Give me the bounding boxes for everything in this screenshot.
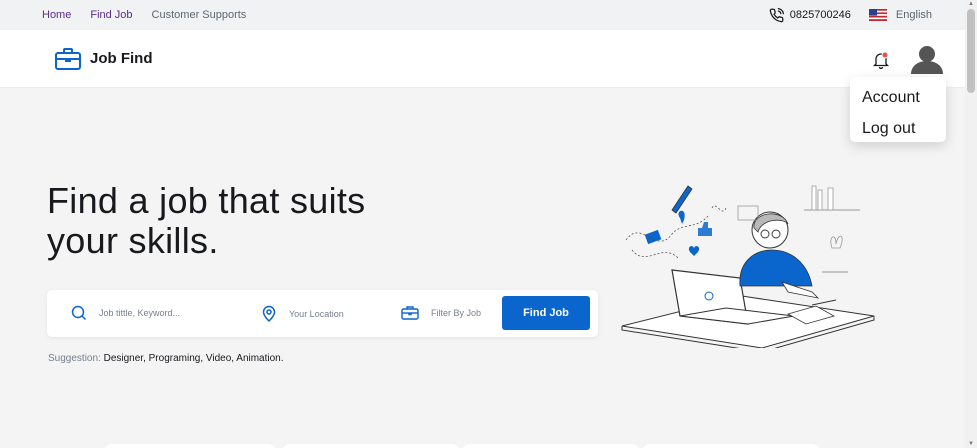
briefcase-icon (401, 306, 419, 320)
nav-find-job[interactable]: Find Job (90, 9, 132, 21)
scroll-up-arrow-icon[interactable]: ▲ (967, 0, 975, 8)
find-job-button[interactable]: Find Job (502, 296, 590, 330)
top-bar: Home Find Job Customer Supports 08257002… (0, 0, 965, 30)
hero-title-line2: your skills. (47, 220, 219, 261)
menu-item-account[interactable]: Account (862, 82, 946, 113)
pencil-icon (671, 185, 693, 214)
heart-icon (688, 246, 700, 256)
thumbs-up-icon (698, 222, 712, 236)
job-card[interactable] (642, 444, 820, 448)
filter-field[interactable]: Filter By Job (401, 305, 481, 320)
brand-logo[interactable]: Job Find (54, 47, 153, 71)
nav-home[interactable]: Home (42, 9, 71, 21)
briefcase-icon (55, 47, 81, 70)
job-card[interactable] (104, 444, 276, 448)
hero-illustration (621, 185, 875, 348)
person-body (739, 249, 813, 287)
top-nav: Home Find Job Customer Supports (42, 9, 246, 21)
location-doodle-icon (678, 210, 685, 224)
job-cards-strip (0, 440, 965, 448)
scrollbar-thumb[interactable] (967, 9, 975, 93)
language-label: English (895, 9, 932, 21)
book-1 (811, 185, 817, 211)
user-avatar-icon[interactable] (910, 42, 944, 76)
keyword-placeholder: Job tittle, Keyword... (99, 308, 181, 318)
phone-number: 0825700246 (789, 9, 851, 21)
frame (737, 205, 759, 221)
job-card[interactable] (462, 444, 640, 448)
hero-title-line1: Find a job that suits (47, 180, 366, 221)
us-flag-icon (868, 9, 887, 21)
brand-title: Job Find (90, 50, 153, 67)
language-selector[interactable]: English (868, 9, 932, 21)
scroll-down-arrow-icon[interactable]: ▼ (967, 440, 975, 448)
location-field[interactable]: Your Location (261, 305, 344, 322)
hero-title: Find a job that suits your skills. (47, 181, 527, 261)
phone-contact[interactable]: 0825700246 (769, 7, 851, 23)
phone-icon (769, 7, 784, 22)
location-placeholder: Your Location (289, 308, 344, 319)
job-search-bar: Job tittle, Keyword... Your Location Fil… (47, 290, 598, 337)
search-icon (71, 305, 87, 321)
suggestion-items[interactable]: Designer, Programing, Video, Animation. (101, 353, 284, 364)
suggestion-label: Suggestion: (48, 353, 101, 364)
suggestion-row: Suggestion: Designer, Programing, Video,… (48, 353, 284, 364)
keyword-field[interactable]: Job tittle, Keyword... (71, 305, 180, 321)
top-right: 0825700246 English (769, 0, 932, 30)
main-header: Job Find (0, 30, 965, 88)
doodle-card (644, 229, 662, 245)
filter-label: Filter By Job (431, 307, 482, 318)
nav-customer-supports[interactable]: Customer Supports (152, 9, 247, 21)
notification-bell-icon[interactable] (872, 51, 890, 69)
map-pin-icon (262, 305, 276, 322)
account-dropdown: Account Log out (850, 77, 946, 142)
book-3 (827, 187, 834, 211)
menu-item-logout[interactable]: Log out (862, 113, 946, 144)
job-card[interactable] (282, 444, 460, 448)
plant-icon (830, 235, 843, 249)
pen (811, 299, 837, 306)
book-2 (817, 189, 823, 211)
